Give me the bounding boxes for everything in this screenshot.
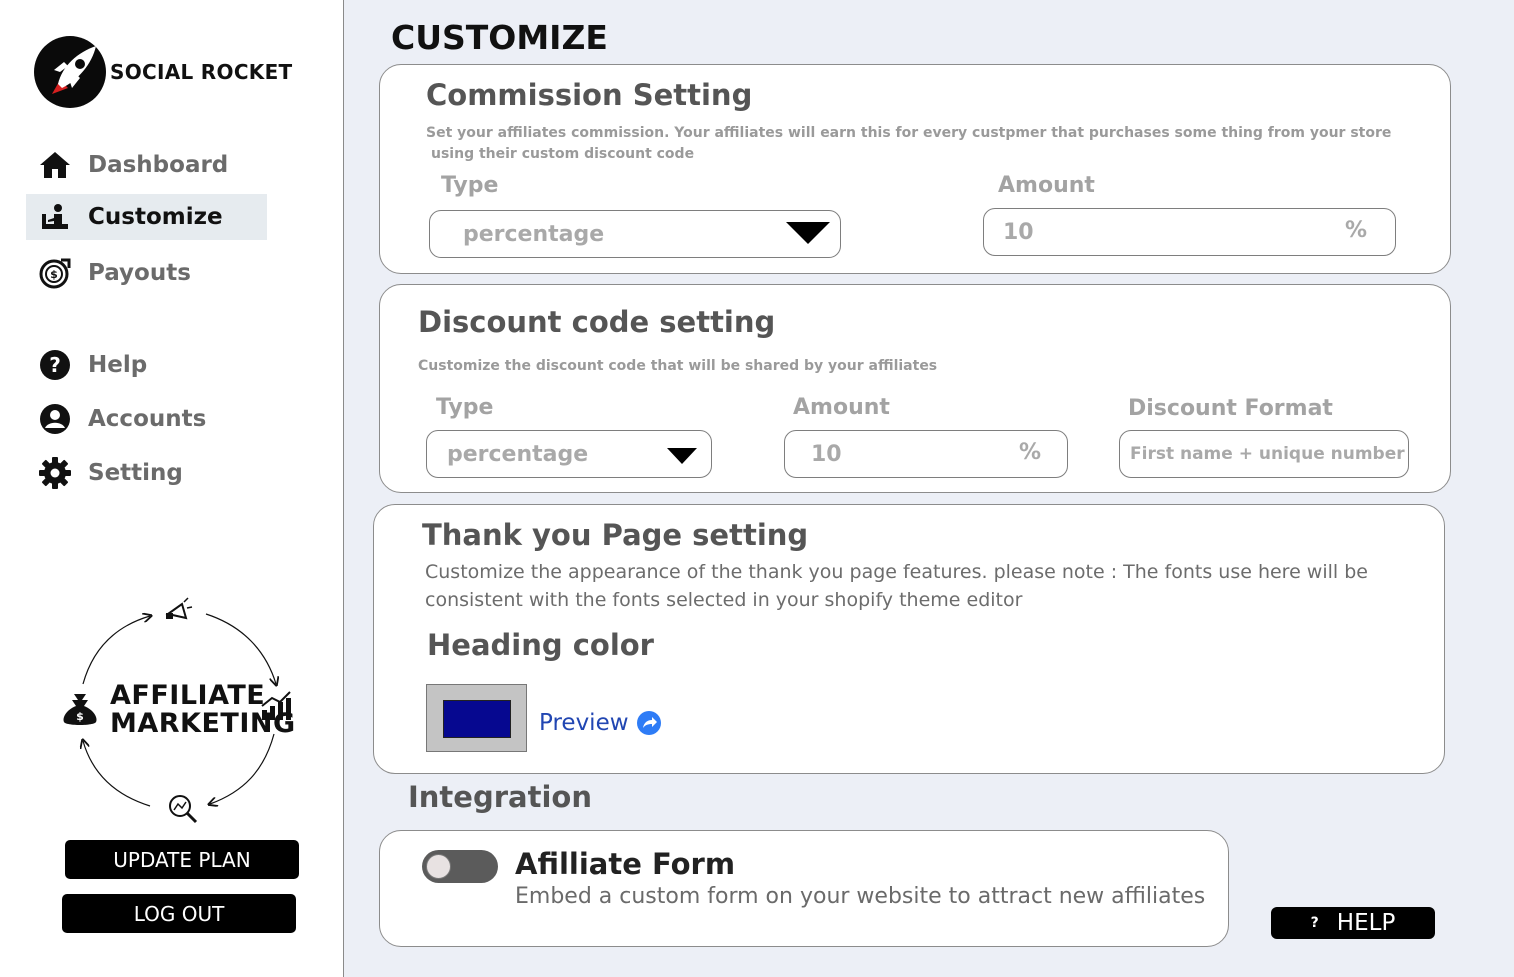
percent-suffix: %: [1018, 440, 1041, 465]
sidebar-item-accounts[interactable]: Accounts: [26, 396, 267, 442]
commission-type-value: percentage: [463, 221, 605, 247]
affiliate-form-toggle[interactable]: [422, 850, 498, 883]
percent-suffix: %: [1344, 218, 1367, 243]
affiliate-marketing-text: AFFILIATE MARKETING: [110, 682, 296, 738]
brand-name: SOCIAL ROCKET: [110, 60, 293, 84]
commission-amount-label: Amount: [998, 173, 1095, 198]
sidebar-item-label: Setting: [88, 460, 183, 486]
discount-type-select[interactable]: percentage: [426, 430, 712, 478]
heading-color-picker[interactable]: [426, 684, 527, 752]
home-icon: [38, 148, 72, 182]
affiliate-form-description: Embed a custom form on your website to a…: [515, 884, 1206, 909]
account-icon: [38, 402, 72, 436]
thankyou-title: Thank you Page setting: [422, 518, 809, 552]
discount-amount-label: Amount: [793, 395, 890, 420]
chevron-down-icon: [786, 222, 830, 244]
thankyou-desc-line-1: Customize the appearance of the thank yo…: [425, 561, 1368, 583]
brand-logo[interactable]: SOCIAL ROCKET: [34, 36, 293, 108]
question-icon: ?: [1310, 915, 1319, 931]
sidebar-item-setting[interactable]: Setting: [26, 450, 267, 496]
preview-link[interactable]: Preview: [539, 705, 661, 741]
affiliate-form-title: Afilliate Form: [515, 847, 736, 881]
help-icon: ?: [38, 348, 72, 382]
sidebar-item-label: Customize: [88, 204, 223, 230]
affiliate-form-card: Afilliate Form Embed a custom form on yo…: [379, 830, 1229, 947]
magnifier-icon: [169, 795, 198, 824]
thankyou-desc-line-2: consistent with the fonts selected in yo…: [425, 589, 1023, 611]
help-button[interactable]: ? HELP: [1271, 907, 1435, 939]
svg-text:$: $: [76, 710, 84, 723]
customize-icon: [38, 200, 72, 234]
sidebar: SOCIAL ROCKET Dashboard Customize $ Payo…: [0, 0, 344, 977]
svg-text:$: $: [50, 268, 58, 281]
help-button-label: HELP: [1336, 910, 1396, 936]
commission-desc-line-1: Set your affiliates commission. Your aff…: [426, 125, 1392, 141]
graphic-line-1: AFFILIATE: [110, 680, 266, 711]
discount-format-placeholder: First name + unique number: [1130, 444, 1405, 464]
commission-amount-value: 10: [1003, 219, 1034, 245]
sidebar-item-dashboard[interactable]: Dashboard: [26, 142, 267, 188]
page-title: CUSTOMIZE: [391, 18, 608, 57]
heading-color-swatch: [443, 700, 511, 738]
rocket-icon: [34, 36, 106, 108]
discount-amount-value: 10: [811, 441, 842, 467]
discount-description: Customize the discount code that will be…: [418, 358, 938, 374]
share-arrow-icon: [636, 711, 661, 741]
discount-type-label: Type: [436, 395, 494, 420]
integration-title: Integration: [408, 780, 592, 814]
commission-description: Set your affiliates commission. Your aff…: [426, 123, 1391, 165]
commission-desc-line-2: using their custom discount code: [431, 146, 695, 162]
discount-format-input[interactable]: First name + unique number: [1119, 430, 1409, 478]
payouts-icon: $: [38, 256, 72, 290]
sidebar-item-label: Payouts: [88, 260, 191, 286]
affiliate-marketing-graphic: $ AFFILIATE MARKETING: [58, 596, 298, 830]
discount-title: Discount code setting: [418, 305, 776, 339]
commission-amount-input[interactable]: 10 %: [983, 208, 1396, 256]
discount-code-card: Discount code setting Customize the disc…: [379, 284, 1451, 493]
gear-icon: [38, 456, 72, 490]
money-bag-icon: $: [63, 694, 97, 725]
commission-type-select[interactable]: percentage: [429, 210, 841, 258]
chevron-down-icon: [667, 448, 697, 464]
discount-type-value: percentage: [447, 441, 589, 467]
commission-type-label: Type: [441, 173, 499, 198]
commission-title: Commission Setting: [426, 78, 753, 112]
sidebar-item-customize[interactable]: Customize: [26, 194, 267, 240]
preview-label: Preview: [539, 710, 629, 736]
graphic-line-2: MARKETING: [110, 708, 296, 739]
heading-color-label: Heading color: [427, 628, 654, 662]
sidebar-item-help[interactable]: ? Help: [26, 342, 267, 388]
megaphone-icon: [165, 597, 193, 620]
toggle-knob: [426, 854, 451, 879]
discount-amount-input[interactable]: 10 %: [784, 430, 1068, 478]
sidebar-item-payouts[interactable]: $ Payouts: [26, 250, 267, 296]
sidebar-item-label: Accounts: [88, 406, 207, 432]
discount-format-label: Discount Format: [1128, 396, 1333, 421]
thankyou-page-card: Thank you Page setting Customize the app…: [373, 504, 1445, 774]
sidebar-item-label: Help: [88, 352, 148, 378]
logout-button[interactable]: LOG OUT: [62, 894, 296, 933]
thankyou-description: Customize the appearance of the thank yo…: [425, 558, 1368, 614]
svg-text:?: ?: [49, 353, 61, 377]
update-plan-button[interactable]: UPDATE PLAN: [65, 840, 299, 879]
sidebar-item-label: Dashboard: [88, 152, 229, 178]
commission-setting-card: Commission Setting Set your affiliates c…: [379, 64, 1451, 274]
